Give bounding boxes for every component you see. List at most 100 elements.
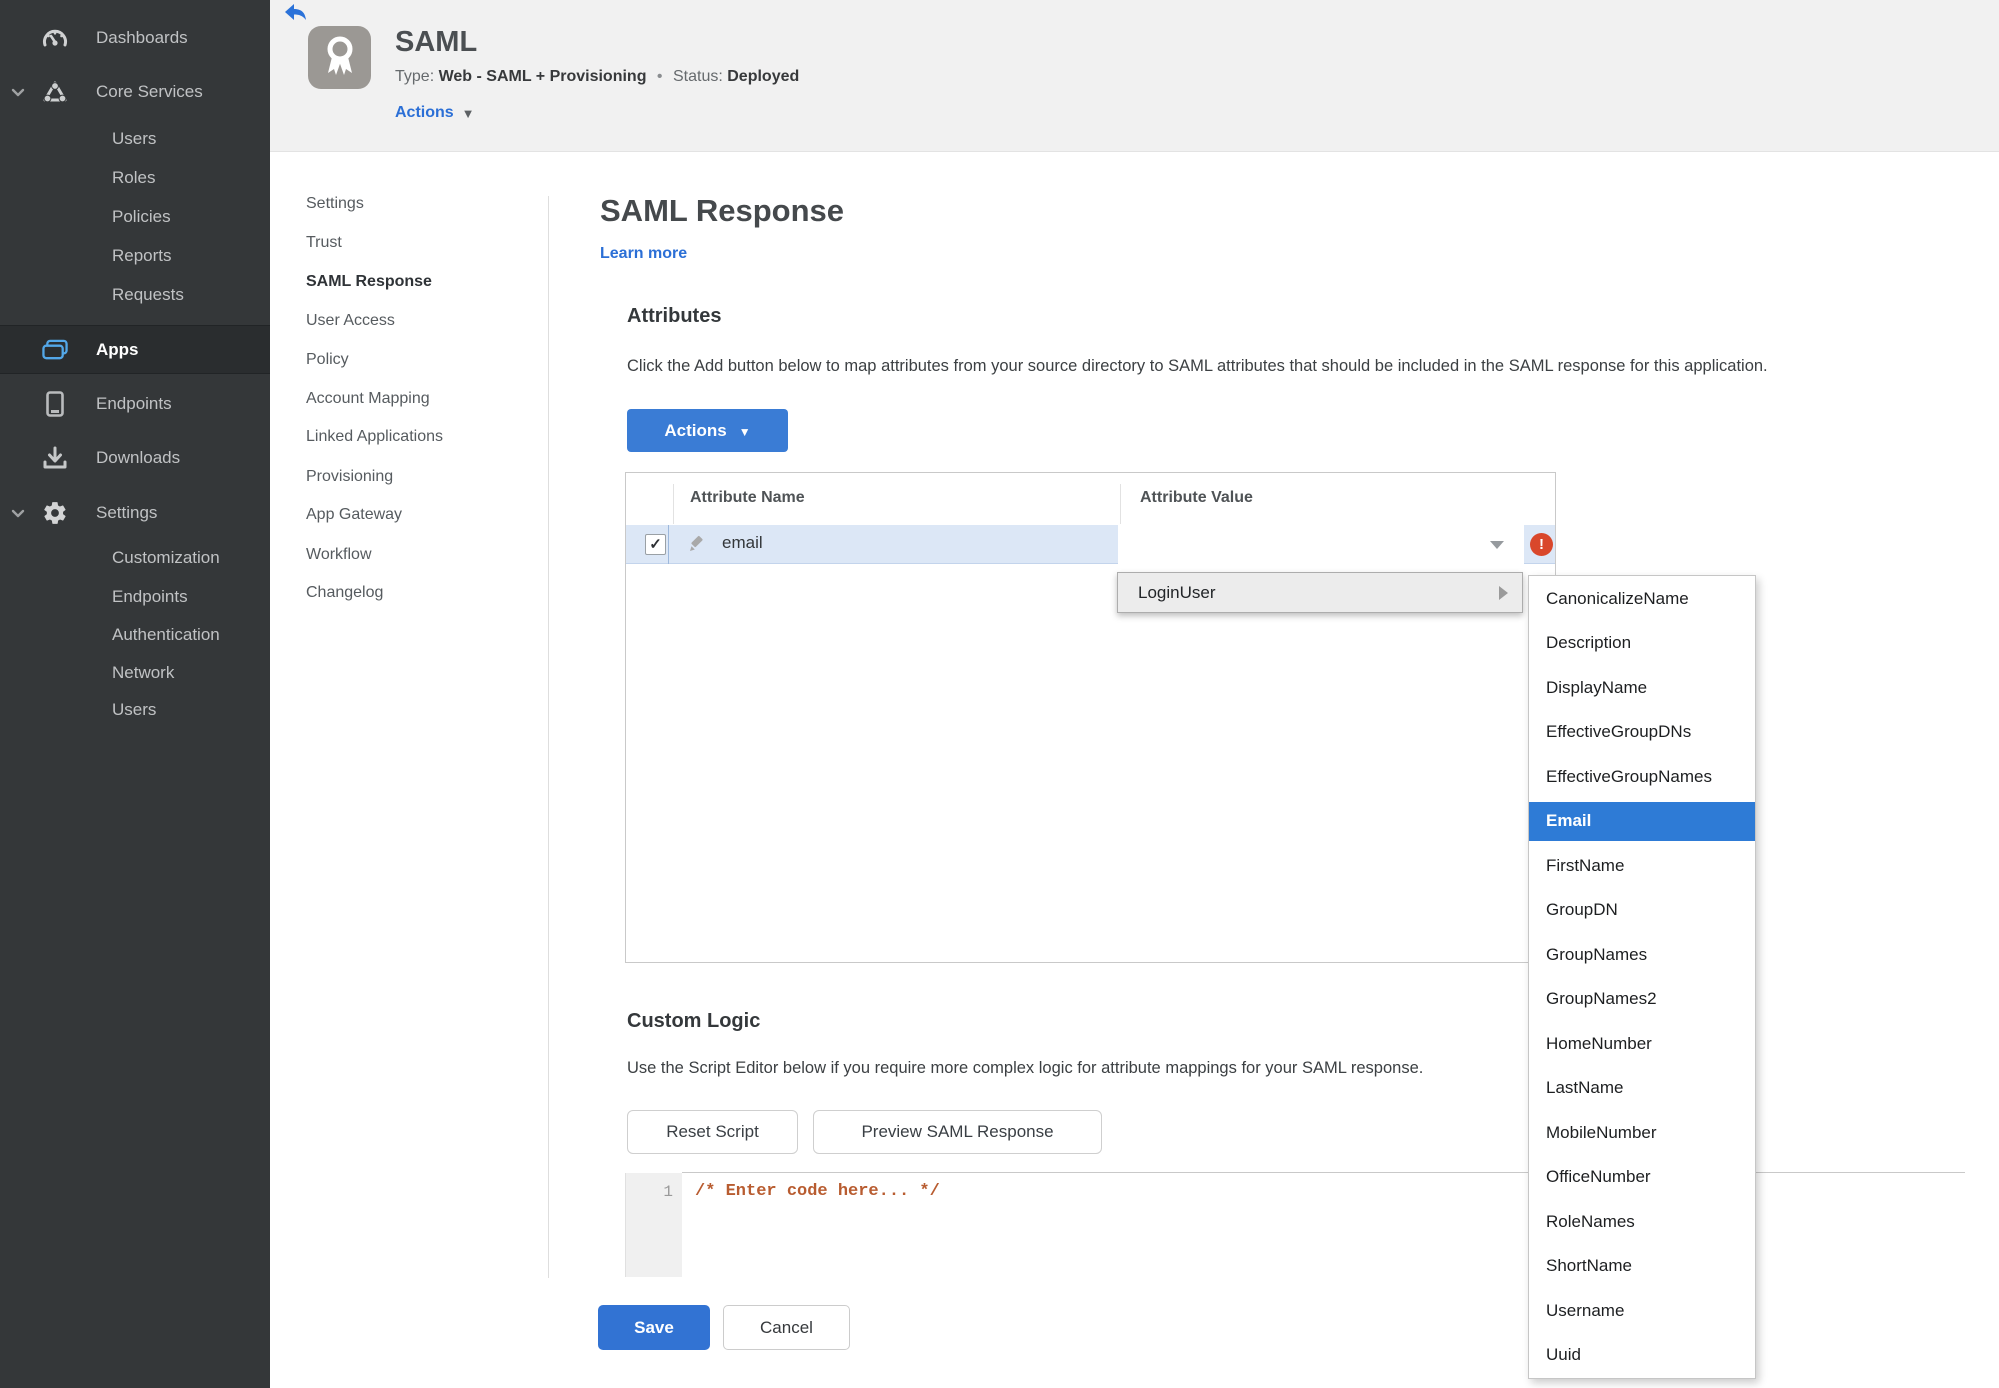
preview-saml-response-button[interactable]: Preview SAML Response	[813, 1110, 1102, 1154]
menu-item-canonicalizename[interactable]: CanonicalizeName	[1529, 577, 1755, 622]
sidebar-item-label: Reports	[112, 246, 172, 265]
error-mark: !	[1539, 536, 1544, 553]
tab-saml-response[interactable]: SAML Response	[306, 269, 536, 295]
menu-item-email-selected[interactable]: Email	[1529, 799, 1755, 844]
sidebar-item-label: Endpoints	[96, 394, 172, 413]
tab-label: App Gateway	[306, 506, 403, 523]
menu-item-groupnames[interactable]: GroupNames	[1529, 933, 1755, 978]
sidebar-item-requests[interactable]: Requests	[0, 278, 270, 312]
tab-label: Policy	[306, 351, 349, 368]
apps-icon	[42, 337, 68, 363]
reset-script-button[interactable]: Reset Script	[627, 1110, 798, 1154]
check-icon: ✓	[649, 536, 662, 553]
tab-label: Workflow	[306, 546, 372, 563]
caret-down-icon: ▼	[738, 424, 751, 439]
tab-app-gateway[interactable]: App Gateway	[306, 502, 536, 528]
menu-item-username[interactable]: Username	[1529, 1289, 1755, 1334]
app-header: SAML Type: Web - SAML + Provisioning • S…	[270, 0, 1999, 152]
script-editor-input[interactable]: /* Enter code here... */	[695, 1182, 940, 1201]
menu-item-officenumber[interactable]: OfficeNumber	[1529, 1155, 1755, 1200]
menu-item-shortname[interactable]: ShortName	[1529, 1244, 1755, 1289]
sidebar-item-roles[interactable]: Roles	[0, 161, 270, 195]
tab-settings[interactable]: Settings	[306, 191, 536, 217]
row-checkbox[interactable]: ✓	[645, 534, 666, 555]
sidebar-item-policies[interactable]: Policies	[0, 200, 270, 234]
attribute-value-dropdown[interactable]	[1118, 525, 1524, 564]
custom-logic-heading: Custom Logic	[627, 1010, 761, 1032]
tab-linked-applications[interactable]: Linked Applications	[306, 424, 536, 450]
chevron-down-icon	[10, 84, 26, 100]
sidebar-item-reports[interactable]: Reports	[0, 239, 270, 273]
sidebar-item-authentication[interactable]: Authentication	[0, 618, 270, 652]
menu-item-groupdn[interactable]: GroupDN	[1529, 888, 1755, 933]
save-button[interactable]: Save	[598, 1305, 710, 1350]
tab-provisioning[interactable]: Provisioning	[306, 464, 536, 490]
menu-item-homenumber[interactable]: HomeNumber	[1529, 1022, 1755, 1067]
page-title: SAML Response	[600, 193, 845, 228]
dropdown-menu-loginuser[interactable]: LoginUser	[1117, 572, 1523, 613]
sidebar-item-endpoints-settings[interactable]: Endpoints	[0, 580, 270, 614]
sidebar-item-downloads[interactable]: Downloads	[0, 441, 270, 475]
menu-item-label: LastName	[1546, 1078, 1624, 1098]
menu-item-lastname[interactable]: LastName	[1529, 1066, 1755, 1111]
tab-user-access[interactable]: User Access	[306, 308, 536, 334]
menu-item-groupnames2[interactable]: GroupNames2	[1529, 977, 1755, 1022]
edit-pencil-icon[interactable]	[687, 534, 707, 554]
menu-item-label: FirstName	[1546, 855, 1625, 875]
sidebar-item-label: Downloads	[96, 448, 181, 467]
sidebar-item-users-settings[interactable]: Users	[0, 693, 270, 727]
status-label: Status:	[672, 68, 723, 85]
sidebar-item-customization[interactable]: Customization	[0, 541, 270, 575]
column-header-attribute-value: Attribute Value	[1140, 489, 1253, 506]
menu-item-label: ShortName	[1546, 1256, 1632, 1276]
menu-item-description[interactable]: Description	[1529, 621, 1755, 666]
menu-item-label: RoleNames	[1546, 1211, 1635, 1231]
sidebar-item-settings[interactable]: Settings	[0, 496, 270, 530]
attributes-heading: Attributes	[627, 305, 722, 327]
sidebar-item-label: Dashboards	[96, 28, 188, 47]
cancel-button[interactable]: Cancel	[723, 1305, 850, 1350]
tab-workflow[interactable]: Workflow	[306, 542, 536, 568]
tab-policy[interactable]: Policy	[306, 347, 536, 373]
sidebar-item-dashboards[interactable]: Dashboards	[0, 21, 270, 55]
menu-item-effectivegroupdns[interactable]: EffectiveGroupDNs	[1529, 710, 1755, 755]
sidebar-item-endpoints[interactable]: Endpoints	[0, 387, 270, 421]
tab-label: Changelog	[306, 584, 384, 601]
learn-more-link[interactable]: Learn more	[600, 245, 687, 263]
sidebar-item-apps-active[interactable]: Apps	[0, 325, 270, 374]
sidebar-item-users[interactable]: Users	[0, 122, 270, 156]
sidebar-item-label: Settings	[96, 503, 158, 522]
tab-account-mapping[interactable]: Account Mapping	[306, 386, 536, 412]
menu-item-label: HomeNumber	[1546, 1033, 1652, 1053]
sidebar-item-label: Apps	[96, 339, 139, 359]
menu-item-mobilenumber[interactable]: MobileNumber	[1529, 1111, 1755, 1156]
attributes-description: Click the Add button below to map attrib…	[627, 357, 1768, 375]
menu-item-firstname[interactable]: FirstName	[1529, 844, 1755, 889]
sidebar-item-label: Users	[112, 129, 157, 148]
sidebar-item-core-services[interactable]: Core Services	[0, 75, 270, 109]
menu-item-uuid[interactable]: Uuid	[1529, 1333, 1755, 1378]
app-meta: Type: Web - SAML + Provisioning • Status…	[395, 68, 799, 86]
menu-item-rolenames[interactable]: RoleNames	[1529, 1200, 1755, 1245]
sidebar-item-label: Roles	[112, 168, 156, 187]
back-arrow-icon[interactable]	[285, 4, 307, 20]
attributes-actions-button[interactable]: Actions ▼	[627, 409, 788, 452]
app-window: Dashboards Core Services Users Roles Pol…	[0, 0, 1999, 1388]
menu-item-displayname[interactable]: DisplayName	[1529, 666, 1755, 711]
actions-button-label: Actions	[664, 420, 727, 440]
sidebar-item-label: Customization	[112, 548, 220, 567]
menu-item-label: Email	[1546, 811, 1592, 831]
menu-item-label: MobileNumber	[1546, 1122, 1657, 1142]
attribute-name-cell: email	[722, 533, 763, 552]
submenu-arrow-icon	[1499, 585, 1508, 600]
tab-trust[interactable]: Trust	[306, 230, 536, 256]
table-row[interactable]: ✓ email !	[626, 525, 1555, 564]
menu-item-effectivegroupnames[interactable]: EffectiveGroupNames	[1529, 755, 1755, 800]
header-actions-menu[interactable]: Actions ▼	[395, 104, 475, 122]
tab-label: Account Mapping	[306, 390, 430, 407]
tab-changelog[interactable]: Changelog	[306, 580, 536, 606]
menu-item-label: Description	[1546, 633, 1632, 653]
sidebar-item-network[interactable]: Network	[0, 656, 270, 690]
menu-item-label: Username	[1546, 1300, 1625, 1320]
dropdown-submenu: CanonicalizeName Description DisplayName…	[1528, 575, 1756, 1379]
